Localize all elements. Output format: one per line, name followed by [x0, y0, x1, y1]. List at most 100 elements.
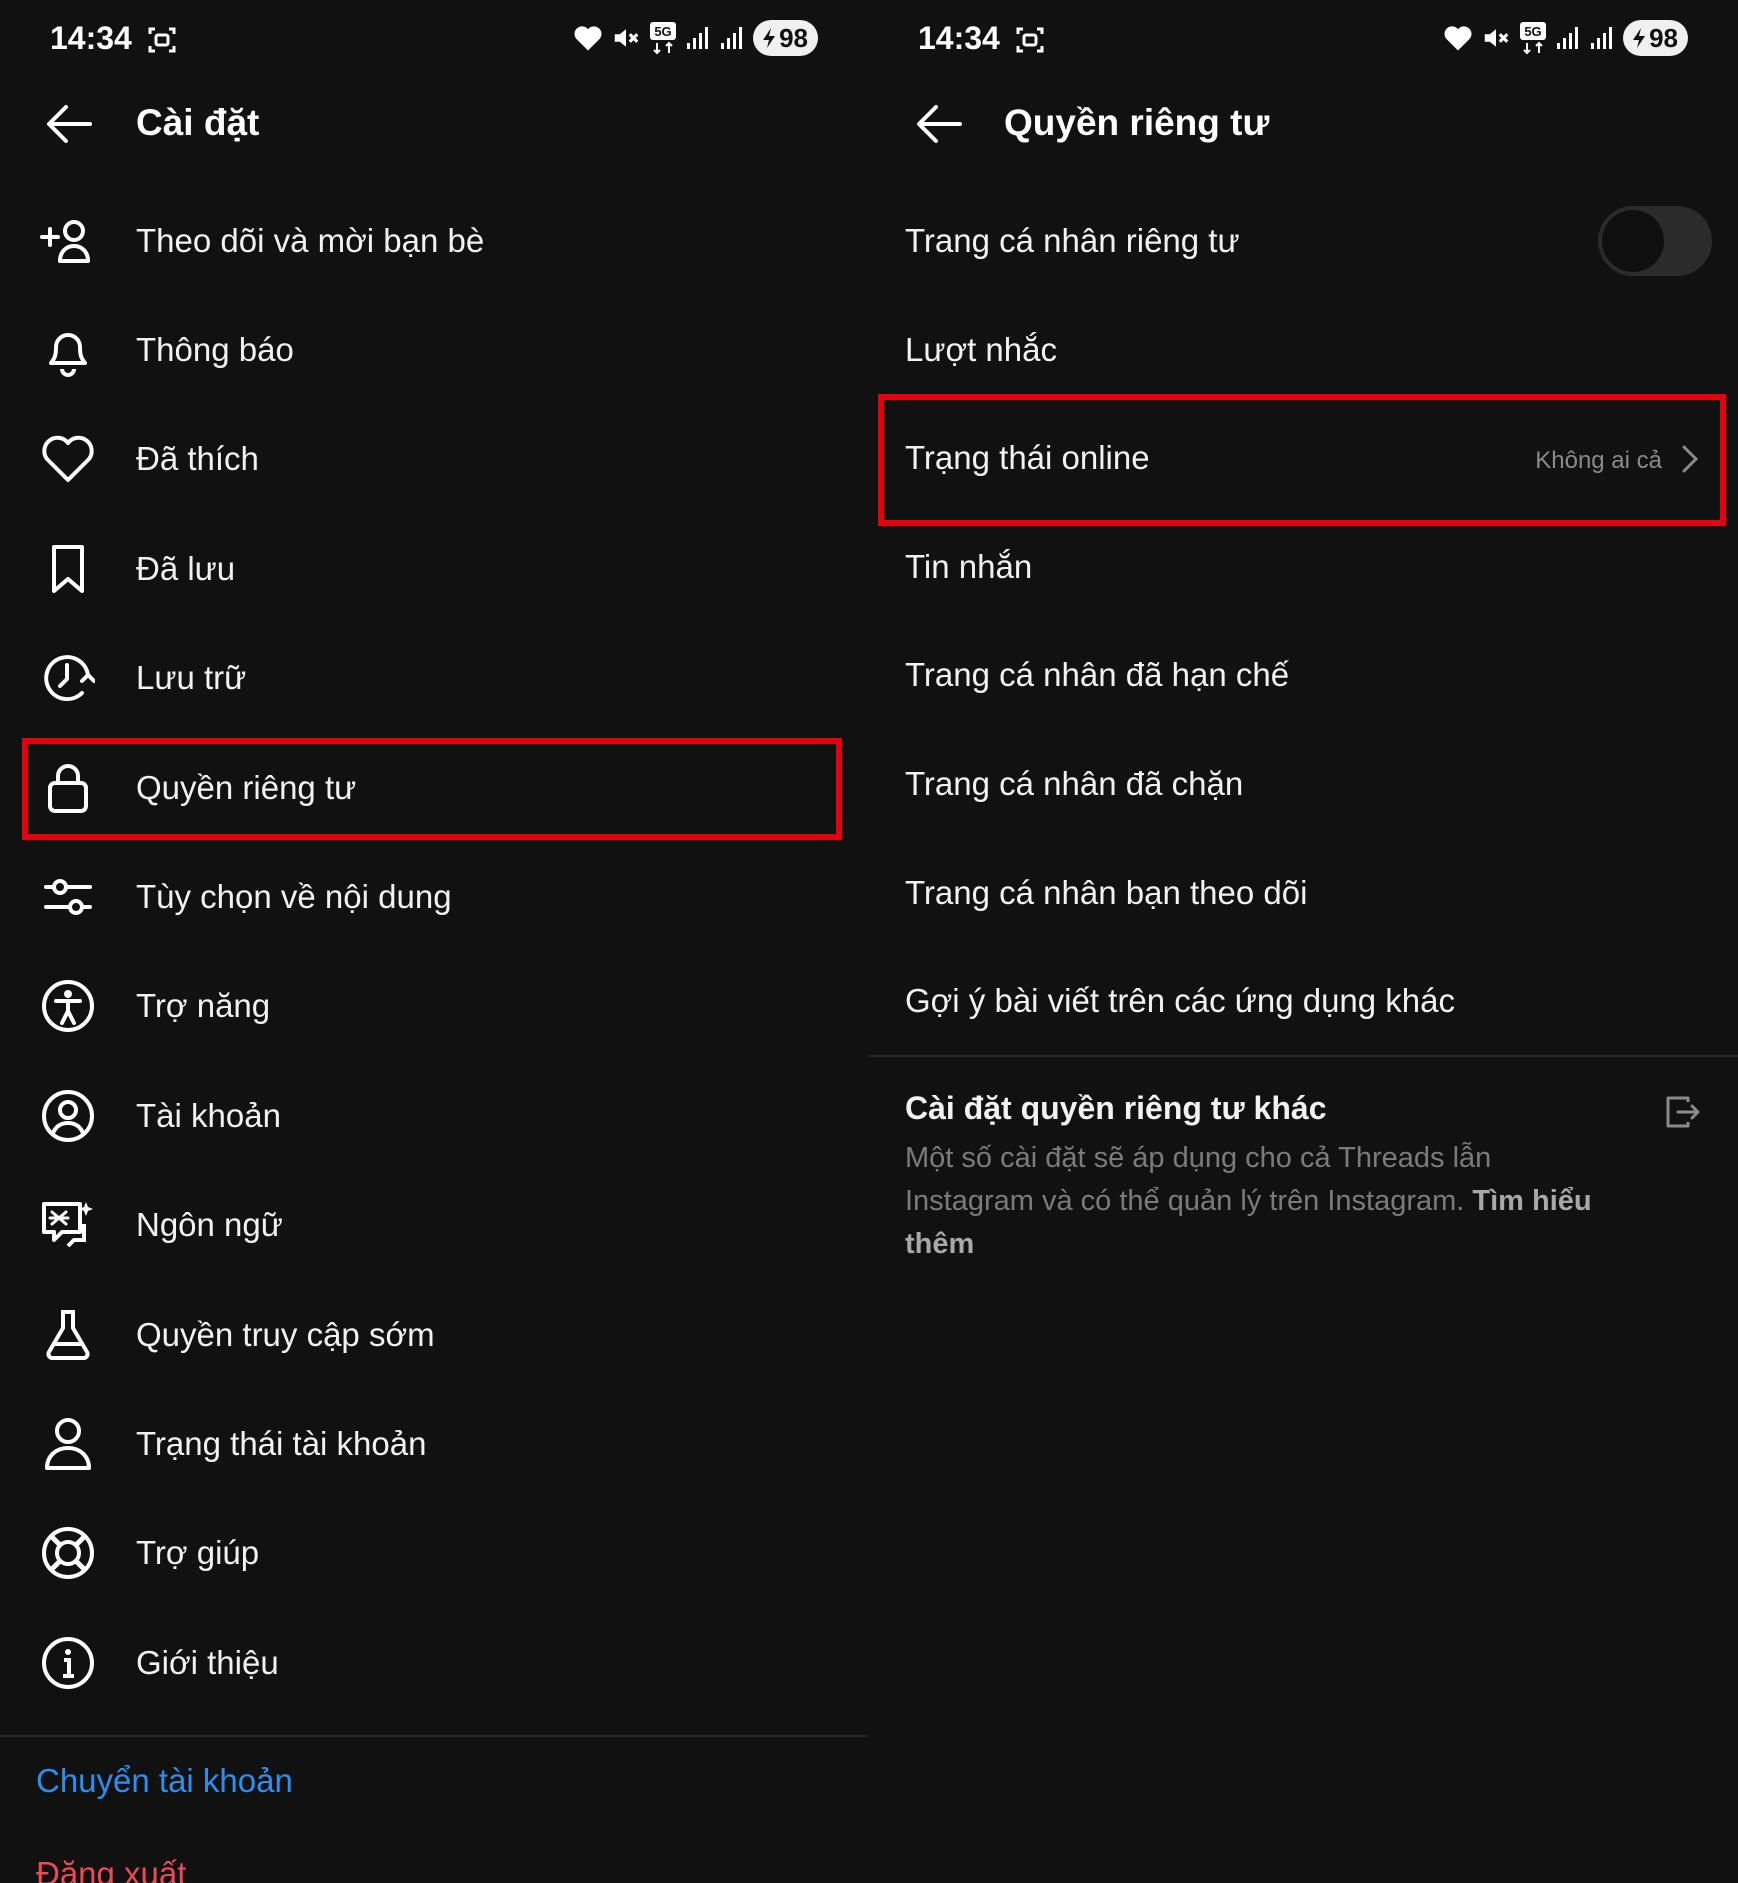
status-bar: 14:34 5G 98 — [868, 0, 1738, 78]
menu-item-notifications[interactable]: Thông báo — [0, 295, 868, 404]
sliders-icon — [38, 867, 98, 927]
status-bar: 14:34 5G 98 — [0, 0, 868, 78]
back-arrow-icon[interactable] — [44, 102, 94, 146]
item-label: Trang cá nhân đã hạn chế — [905, 656, 1290, 694]
signal-icon-2 — [1591, 27, 1613, 49]
menu-label: Tùy chọn về nội dung — [136, 878, 452, 916]
menu-label: Trạng thái tài khoản — [136, 1424, 427, 1462]
menu-label: Trợ giúp — [136, 1534, 260, 1572]
item-label: Trạng thái online — [905, 439, 1150, 477]
divider — [868, 1055, 1738, 1057]
privacy-item-messages[interactable]: Tin nhắn — [868, 512, 1738, 621]
item-label: Gợi ý bài viết trên các ứng dụng khác — [905, 982, 1456, 1020]
page-title: Quyền riêng tư — [1004, 102, 1270, 143]
menu-label: Thông báo — [136, 331, 294, 369]
menu-item-follow-invite[interactable]: Theo dõi và mời bạn bè — [0, 186, 868, 295]
settings-screen: 14:34 5G 98 Cài đặt Theo dõi và mời bạn … — [0, 0, 868, 1883]
menu-label: Đã thích — [136, 440, 259, 478]
back-arrow-icon[interactable] — [914, 102, 964, 146]
menu-label: Quyền truy cập sớm — [136, 1315, 435, 1353]
item-label: Trang cá nhân đã chặn — [905, 764, 1244, 802]
privacy-item-suggestions[interactable]: Gợi ý bài viết trên các ứng dụng khác — [868, 946, 1738, 1055]
other-settings-heading: Cài đặt quyền riêng tư khác — [905, 1090, 1327, 1126]
svg-text:5G: 5G — [654, 24, 671, 39]
online-status-value: Không ai cả — [1535, 447, 1662, 475]
privacy-screen: 14:34 5G 98 Quyền riêng tư Trang cá nhân… — [868, 0, 1738, 1883]
item-label: Lượt nhắc — [905, 330, 1057, 368]
privacy-item-restricted[interactable]: Trang cá nhân đã hạn chế — [868, 620, 1738, 729]
mute-icon — [614, 29, 639, 47]
other-privacy-settings[interactable]: Cài đặt quyền riêng tư khác Một số cài đ… — [905, 1090, 1605, 1266]
accessibility-icon — [38, 976, 98, 1036]
menu-label: Tài khoản — [136, 1096, 281, 1134]
status-time: 14:34 — [918, 20, 1000, 56]
menu-item-language[interactable]: Ngôn ngữ — [0, 1171, 868, 1280]
menu-label: Giới thiệu — [136, 1643, 279, 1681]
item-label: Trang cá nhân bạn theo dõi — [905, 873, 1308, 911]
charging-icon — [1633, 28, 1646, 48]
lock-icon — [38, 758, 98, 818]
menu-label: Theo dõi và mời bạn bè — [136, 221, 485, 259]
status-icons: 5G 98 — [1443, 20, 1688, 56]
screen-record-icon — [1016, 27, 1044, 53]
signal-icon — [1557, 27, 1579, 49]
privacy-list: Trang cá nhân riêng tư Lượt nhắc Trạng t… — [868, 186, 1738, 1055]
archive-clock-icon — [38, 648, 98, 708]
external-link-icon[interactable] — [1662, 1092, 1702, 1132]
menu-label: Ngôn ngữ — [136, 1206, 283, 1244]
menu-item-privacy[interactable]: Quyền riêng tư — [0, 733, 868, 842]
settings-header: Cài đặt — [0, 92, 868, 156]
menu-item-liked[interactable]: Đã thích — [0, 405, 868, 514]
menu-item-account-status[interactable]: Trạng thái tài khoản — [0, 1389, 868, 1498]
menu-label: Đã lưu — [136, 549, 236, 587]
add-user-icon — [38, 211, 98, 271]
battery-indicator: 98 — [1623, 20, 1688, 56]
menu-label: Quyền riêng tư — [136, 768, 357, 806]
menu-label: Lưu trữ — [136, 659, 247, 697]
privacy-item-following[interactable]: Trang cá nhân bạn theo dõi — [868, 838, 1738, 947]
menu-label: Trợ năng — [136, 987, 271, 1025]
menu-item-saved[interactable]: Đã lưu — [0, 514, 868, 623]
battery-indicator: 98 — [753, 20, 818, 56]
heart-icon — [38, 429, 98, 489]
signal-icon — [687, 27, 709, 49]
screen-record-icon — [148, 27, 176, 53]
item-label: Tin nhắn — [905, 547, 1033, 585]
charging-icon — [763, 28, 776, 48]
status-time: 14:34 — [50, 20, 132, 56]
heart-status-icon — [1444, 26, 1472, 51]
menu-item-about[interactable]: Giới thiệu — [0, 1608, 868, 1717]
mute-icon — [1484, 29, 1509, 47]
switch-account-link[interactable]: Chuyển tài khoản — [36, 1762, 293, 1800]
privacy-item-private-profile[interactable]: Trang cá nhân riêng tư — [868, 186, 1738, 295]
translate-icon — [38, 1195, 98, 1255]
privacy-item-online-status[interactable]: Trạng thái online Không ai cả — [868, 403, 1738, 512]
signal-icon-2 — [721, 27, 743, 49]
chevron-right-icon — [1682, 445, 1699, 473]
menu-item-content-preferences[interactable]: Tùy chọn về nội dung — [0, 842, 868, 951]
menu-item-early-access[interactable]: Quyền truy cập sớm — [0, 1280, 868, 1389]
bookmark-icon — [38, 539, 98, 599]
privacy-item-blocked[interactable]: Trang cá nhân đã chặn — [868, 729, 1738, 838]
flask-icon — [38, 1305, 98, 1365]
settings-menu: Theo dõi và mời bạn bè Thông báo Đã thíc… — [0, 186, 868, 1717]
svg-text:5G: 5G — [1524, 24, 1541, 39]
status-icons: 5G 98 — [573, 20, 818, 56]
page-title: Cài đặt — [136, 102, 260, 143]
bell-icon — [38, 320, 98, 380]
account-circle-icon — [38, 1086, 98, 1146]
logout-link[interactable]: Đăng xuất — [36, 1855, 186, 1883]
info-icon — [38, 1633, 98, 1693]
privacy-item-mentions[interactable]: Lượt nhắc — [868, 295, 1738, 404]
heart-status-icon — [574, 26, 602, 51]
lifebuoy-icon — [38, 1523, 98, 1583]
menu-item-accessibility[interactable]: Trợ năng — [0, 952, 868, 1061]
menu-item-account[interactable]: Tài khoản — [0, 1061, 868, 1170]
private-profile-toggle[interactable] — [1598, 206, 1712, 276]
person-icon — [38, 1414, 98, 1474]
menu-item-archive[interactable]: Lưu trữ — [0, 624, 868, 733]
network-5g-icon: 5G — [650, 22, 677, 55]
toggle-knob — [1602, 210, 1664, 272]
divider — [0, 1735, 868, 1737]
menu-item-help[interactable]: Trợ giúp — [0, 1499, 868, 1608]
